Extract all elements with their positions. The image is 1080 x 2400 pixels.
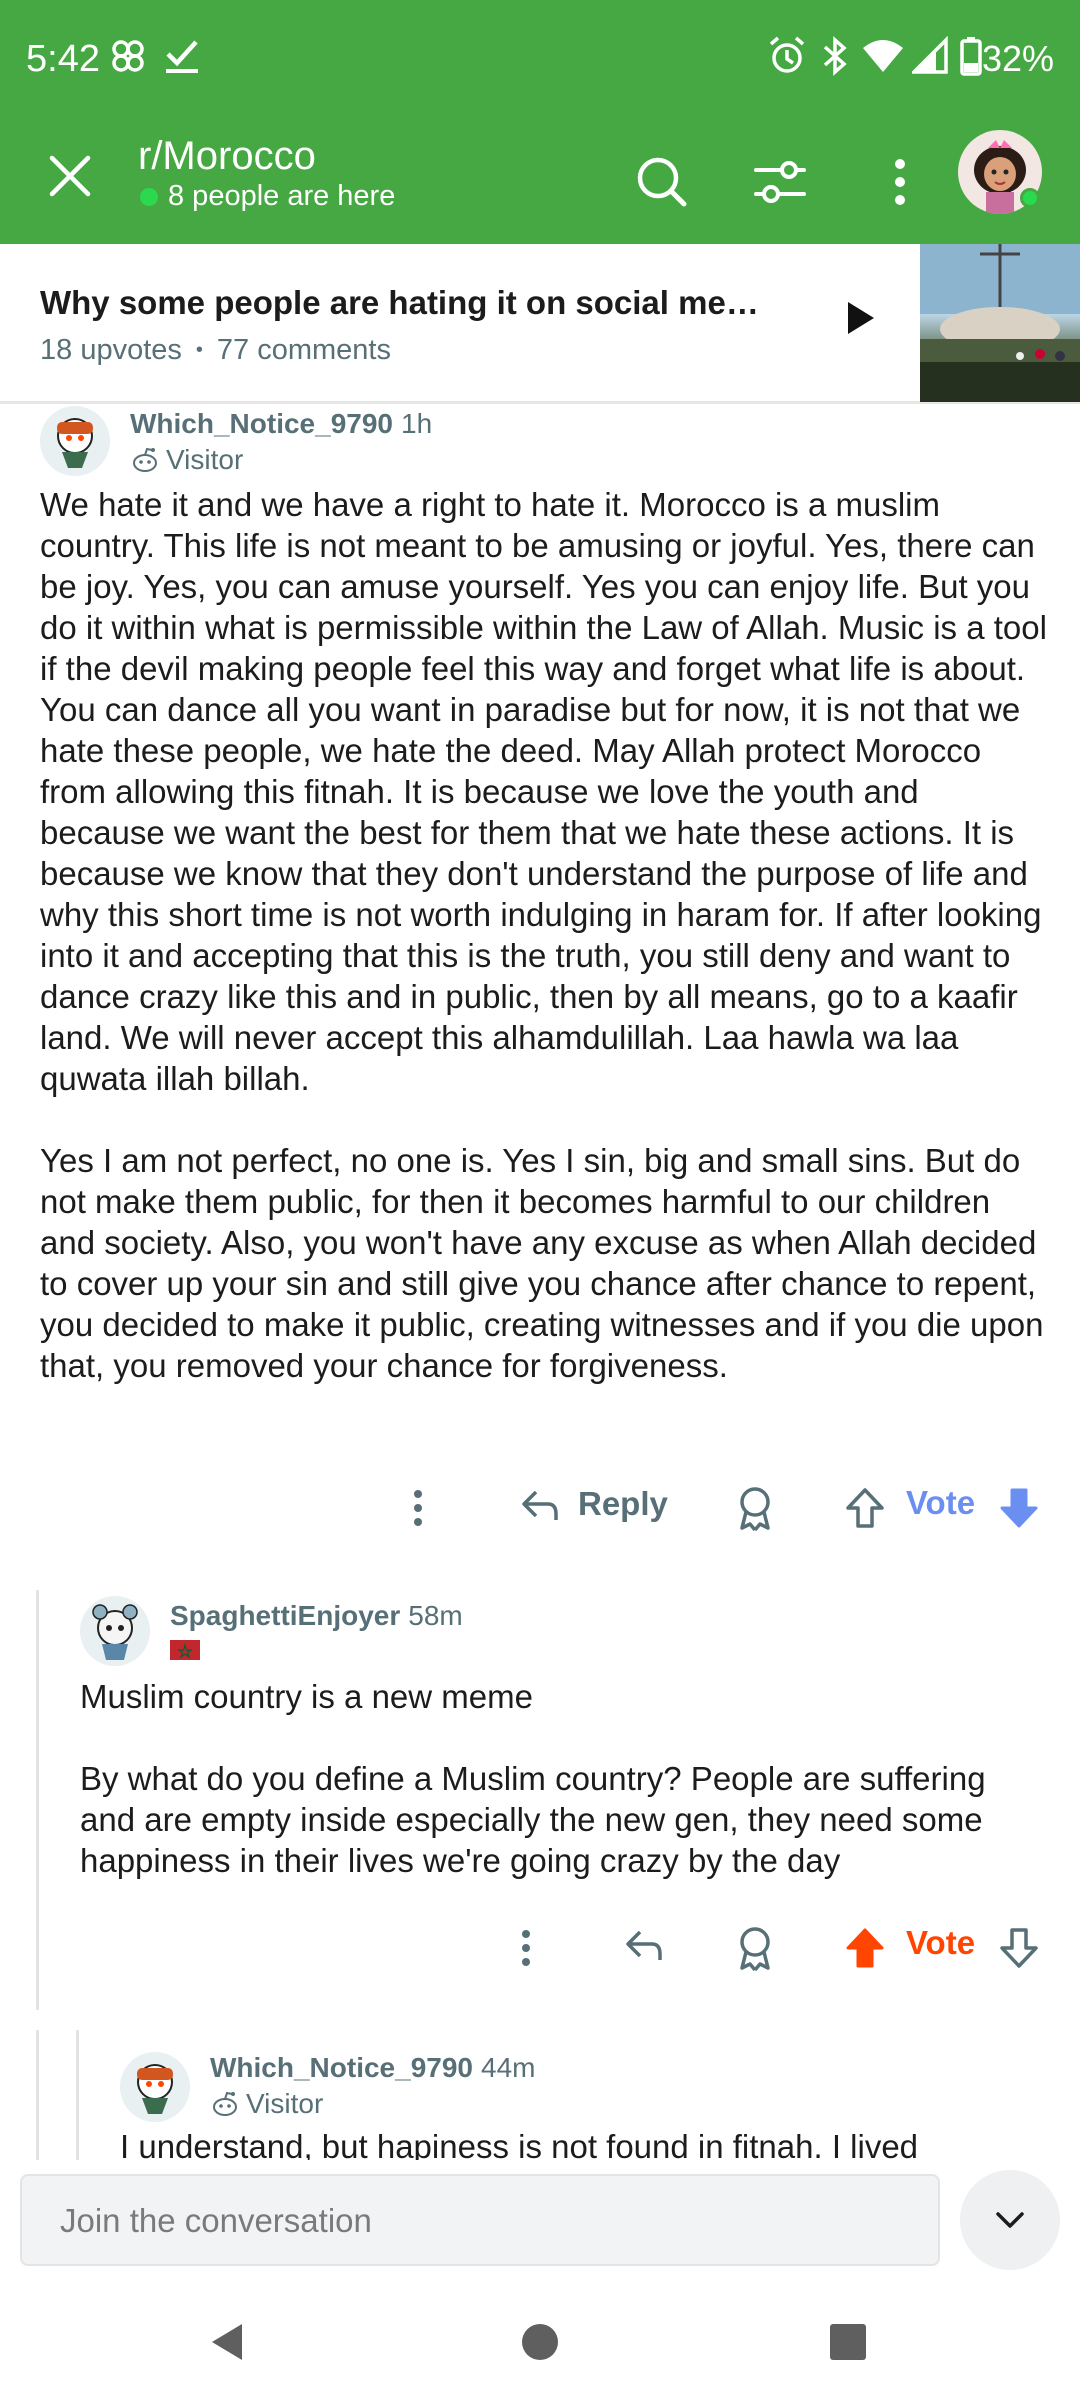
comment-author-line: Which_Notice_9790 1h [130, 408, 432, 440]
comment-count: 77 comments [216, 334, 391, 366]
online-status-icon [1020, 188, 1040, 208]
pinwheel-icon [108, 36, 148, 81]
award-icon[interactable] [734, 1924, 776, 1972]
commenter-avatar[interactable] [120, 2052, 190, 2122]
user-flair [170, 1640, 200, 1660]
comment-body: I understand, but hapiness is not found … [120, 2126, 1040, 2160]
post-meta: 18 upvotes • 77 comments [40, 334, 391, 367]
presence-text: 8 people are here [168, 180, 396, 212]
award-icon[interactable] [734, 1484, 776, 1532]
meta-separator: • [195, 339, 203, 361]
comment-paragraph: I understand, but hapiness is not found … [120, 2128, 919, 2160]
more-vertical-icon[interactable] [868, 150, 932, 214]
comment-author-line: Which_Notice_9790 44m [210, 2052, 535, 2084]
commenter-avatar[interactable] [40, 406, 110, 476]
play-icon[interactable] [838, 296, 882, 340]
more-options-icon[interactable] [398, 1484, 438, 1532]
comment-2: SpaghettiEnjoyer 58m Muslim country is a … [0, 1594, 1080, 2014]
search-icon[interactable] [630, 150, 694, 214]
post-summary[interactable]: Why some people are hating it on social … [0, 244, 1080, 404]
status-time: 5:42 [26, 38, 100, 80]
comment-age: 44m [481, 2052, 536, 2083]
reply-button[interactable] [624, 1924, 664, 1964]
upvote-count: 18 upvotes [40, 334, 182, 366]
comment-paragraph: We hate it and we have a right to hate i… [40, 486, 1047, 1097]
bluetooth-icon [820, 36, 850, 81]
comment-body: Muslim country is a new meme By what do … [80, 1676, 1040, 1881]
comment-author[interactable]: SpaghettiEnjoyer [170, 1600, 400, 1631]
comment-1: Which_Notice_9790 1h Visitor We hate it a… [0, 404, 1080, 1554]
reply-icon [520, 1484, 560, 1524]
comment-composer: Join the conversation [0, 2160, 1080, 2280]
system-nav-bar [0, 2280, 1080, 2400]
user-flair: Visitor [210, 2088, 323, 2120]
collapse-button[interactable] [960, 2170, 1060, 2270]
presence-indicator: 8 people are here [140, 180, 395, 213]
subreddit-name[interactable]: r/Morocco [138, 134, 316, 179]
upvote-button[interactable] [844, 1924, 886, 1972]
vote-count: Vote [906, 1924, 976, 1961]
signal-icon [909, 35, 948, 81]
back-icon[interactable] [206, 2320, 250, 2364]
comment-age: 1h [401, 408, 433, 439]
comment-author[interactable]: Which_Notice_9790 [210, 2052, 473, 2083]
morocco-flag-icon [170, 1640, 200, 1660]
upvote-button[interactable] [844, 1484, 886, 1532]
status-bar: 5:42 32% [0, 0, 1080, 124]
recents-icon[interactable] [826, 2320, 870, 2364]
comment-author-line: SpaghettiEnjoyer 58m [170, 1600, 463, 1632]
comment-body: We hate it and we have a right to hate i… [40, 484, 1050, 1386]
visitor-snoo-icon [130, 446, 160, 474]
online-dot-icon [140, 187, 158, 206]
user-avatar[interactable] [958, 120, 1042, 224]
user-flair: Visitor [130, 444, 243, 476]
comment-age: 58m [408, 1600, 463, 1631]
reply-button[interactable]: Reply [520, 1484, 668, 1524]
commenter-avatar[interactable] [80, 1596, 150, 1666]
join-conversation-input[interactable]: Join the conversation [20, 2174, 940, 2266]
downvote-button[interactable] [998, 1924, 1040, 1972]
more-options-icon[interactable] [506, 1924, 546, 1972]
battery-percent: 32% [981, 38, 1054, 79]
post-thumbnail[interactable] [920, 244, 1080, 402]
post-title[interactable]: Why some people are hating it on social … [40, 284, 780, 322]
wifi-icon [862, 36, 904, 81]
vote-count: Vote [906, 1484, 976, 1521]
alarm-icon [768, 36, 806, 81]
subreddit-header: r/Morocco 8 people are here [0, 124, 1080, 244]
comment-paragraph: Muslim country is a new meme [80, 1678, 533, 1715]
chevron-down-icon [990, 2200, 1030, 2240]
downvote-button[interactable] [998, 1484, 1040, 1532]
filter-icon[interactable] [748, 150, 812, 214]
comment-paragraph: By what do you define a Muslim country? … [80, 1760, 986, 1879]
home-icon[interactable] [518, 2320, 562, 2364]
check-icon [164, 36, 200, 81]
battery-icon [960, 36, 982, 81]
visitor-snoo-icon [210, 2090, 240, 2118]
close-icon[interactable] [42, 148, 98, 204]
reply-label: Reply [578, 1485, 668, 1522]
comment-3: Which_Notice_9790 44m Visitor I understan… [0, 2050, 1080, 2160]
comment-author[interactable]: Which_Notice_9790 [130, 408, 393, 439]
flair-text: Visitor [166, 444, 244, 475]
comment-paragraph: Yes I am not perfect, no one is. Yes I s… [40, 1142, 1044, 1384]
flair-text: Visitor [246, 2088, 324, 2119]
